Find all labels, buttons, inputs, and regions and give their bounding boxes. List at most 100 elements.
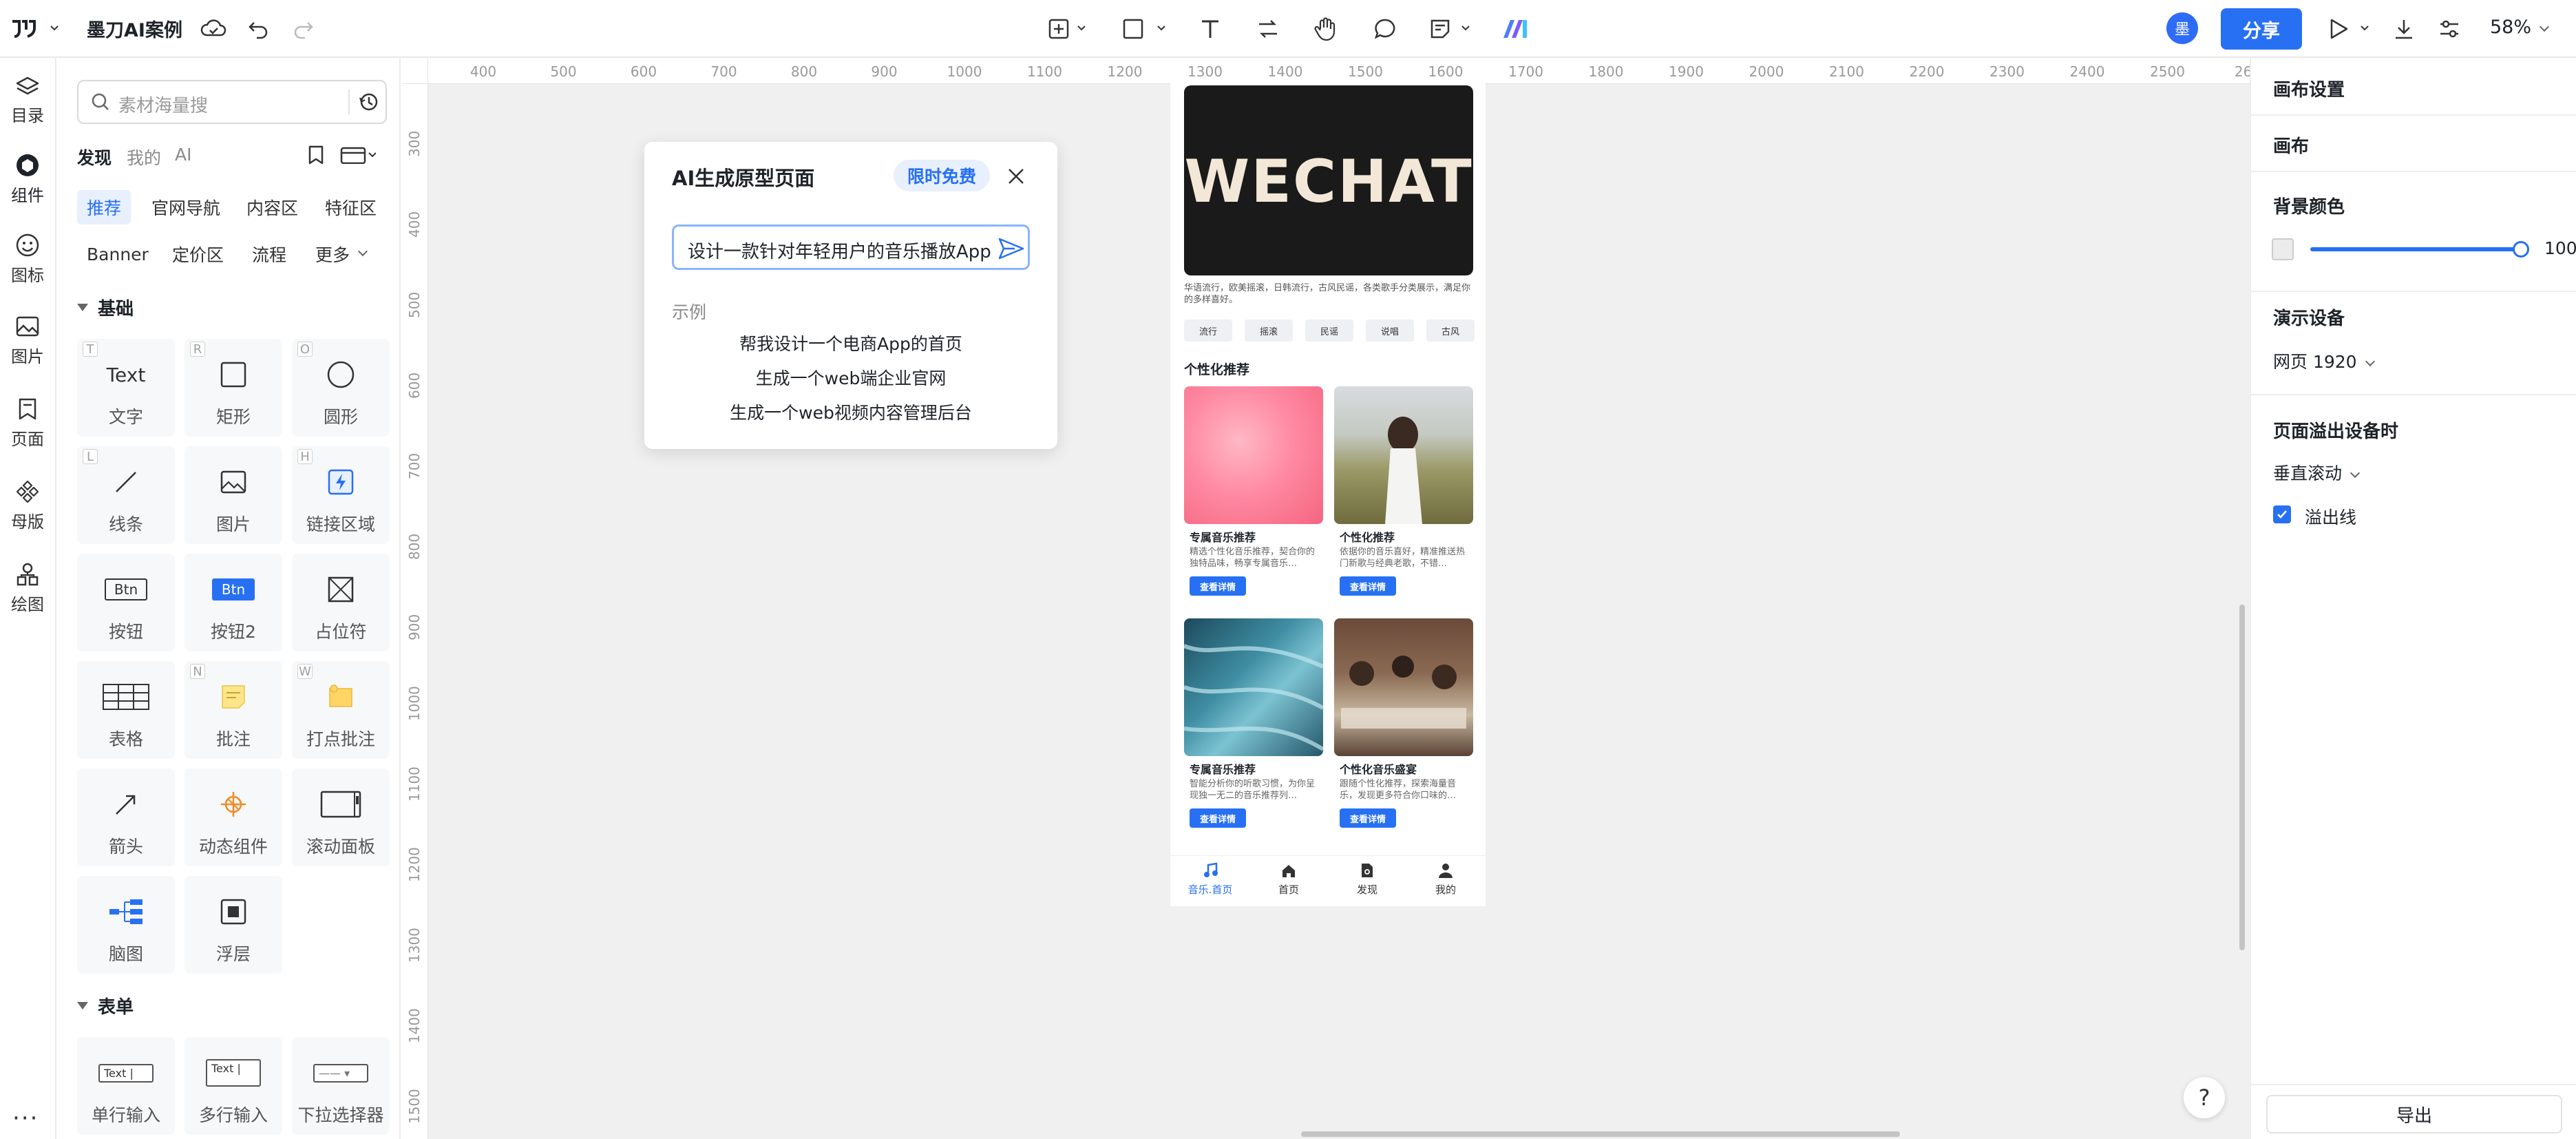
rail-item-pages[interactable]: 页面 (0, 387, 55, 459)
genre-chip[interactable]: 摇滚 (1245, 320, 1293, 342)
component-image[interactable]: 图片 (184, 446, 282, 544)
music-card[interactable]: 专属音乐推荐 智能分析你的听歌习惯，为你呈现独一无二的音乐推荐列… 查看详情 (1184, 618, 1323, 839)
category-content[interactable]: 内容区 (237, 190, 308, 224)
category-recommended[interactable]: 推荐 (77, 190, 131, 224)
modao-logo-icon[interactable] (10, 14, 40, 44)
section-basic-header[interactable]: 基础 (77, 295, 134, 320)
view-details-button[interactable]: 查看详情 (1190, 576, 1246, 596)
close-icon[interactable] (1002, 163, 1030, 190)
component-scroll-panel[interactable]: 滚动面板 (292, 769, 390, 866)
component-single-line-input[interactable]: Text | 单行输入 (77, 1037, 175, 1135)
music-card[interactable]: 个性化推荐 依据你的音乐喜好，精准推送热门新歌与经典老歌，不错… 查看详情 (1334, 386, 1473, 607)
rail-item-icons[interactable]: 图标 (0, 223, 55, 295)
rail-item-components[interactable]: 组件 (0, 143, 55, 215)
music-card[interactable]: 专属音乐推荐 精选个性化音乐推荐，契合你的独特品味，畅享专属音乐… 查看详情 (1184, 386, 1323, 607)
ai-prompt-input[interactable]: 设计一款针对年轻用户的音乐播放App首页 (672, 224, 1030, 270)
opacity-slider-handle[interactable] (2513, 241, 2529, 258)
genre-chip[interactable]: 说唱 (1366, 320, 1414, 342)
text-tool-icon[interactable] (1195, 14, 1225, 44)
component-annotation[interactable]: N 批注 (184, 661, 282, 759)
overflow-line-checkbox[interactable] (2273, 505, 2291, 523)
undo-icon[interactable] (244, 14, 274, 44)
category-feature[interactable]: 特征区 (315, 190, 386, 224)
note-tool-icon[interactable] (1425, 14, 1455, 44)
component-link-area[interactable]: H 链接区域 (292, 446, 390, 544)
rail-item-masters[interactable]: 母版 (0, 470, 55, 541)
chevron-down-icon[interactable] (1461, 23, 1470, 33)
category-more[interactable]: 更多 (306, 237, 376, 271)
connector-tool-icon[interactable] (1253, 14, 1283, 44)
example-prompt[interactable]: 生成一个web端企业官网 (644, 365, 1057, 390)
component-arrow[interactable]: 箭头 (77, 769, 175, 866)
component-rectangle[interactable]: R 矩形 (184, 339, 282, 437)
history-icon[interactable] (358, 91, 380, 113)
chevron-down-icon[interactable] (1077, 23, 1086, 33)
tab-music-home[interactable]: 音乐.首页 (1176, 861, 1245, 897)
view-details-button[interactable]: 查看详情 (1190, 808, 1246, 828)
send-icon[interactable] (997, 236, 1025, 261)
component-button2[interactable]: Btn 按钮2 (184, 554, 282, 651)
component-overlay[interactable]: 浮层 (184, 876, 282, 974)
help-button[interactable]: ? (2184, 1077, 2225, 1118)
genre-chip[interactable]: 古风 (1426, 320, 1475, 342)
opacity-value[interactable]: 100% (2544, 238, 2576, 258)
comment-tool-icon[interactable] (1370, 14, 1400, 44)
redo-icon[interactable] (288, 14, 318, 44)
component-button[interactable]: Btn 按钮 (77, 554, 175, 651)
subtab-mine[interactable]: 我的 (127, 145, 161, 169)
bookmark-icon[interactable] (307, 145, 325, 165)
rail-item-outline[interactable]: 目录 (0, 65, 55, 136)
opacity-slider[interactable] (2310, 247, 2517, 251)
category-banner[interactable]: Banner (77, 237, 158, 271)
vertical-scrollbar[interactable] (2239, 605, 2245, 950)
genre-chip[interactable]: 流行 (1184, 320, 1232, 342)
view-details-button[interactable]: 查看详情 (1340, 808, 1396, 828)
component-dynamic[interactable]: 动态组件 (184, 769, 282, 866)
settings-sliders-icon[interactable] (2434, 14, 2464, 44)
category-site-nav[interactable]: 官网导航 (142, 190, 230, 224)
layout-toggle-icon[interactable] (340, 146, 376, 164)
chevron-down-icon[interactable] (50, 23, 59, 33)
ai-logo-icon[interactable] (1502, 14, 1532, 44)
component-pin-annotation[interactable]: W 打点批注 (292, 661, 390, 759)
component-dropdown[interactable]: —— ▾ 下拉选择器 (292, 1037, 390, 1135)
component-line[interactable]: L 线条 (77, 446, 175, 544)
component-table[interactable]: 表格 (77, 661, 175, 759)
rectangle-tool-icon[interactable] (1118, 14, 1148, 44)
share-button[interactable]: 分享 (2221, 8, 2302, 50)
search-input[interactable]: 素材海量搜 (77, 80, 387, 124)
prototype-page[interactable]: WECHAT 华语流行，欧美摇滚，日韩流行，古风民谣，各类歌手分类展示，满足你的… (1170, 77, 1486, 906)
rail-item-draw[interactable]: 绘图 (0, 552, 55, 624)
add-page-icon[interactable] (1044, 14, 1074, 44)
view-details-button[interactable]: 查看详情 (1340, 576, 1396, 596)
example-prompt[interactable]: 帮我设计一个电商App的首页 (644, 331, 1057, 355)
category-flow[interactable]: 流程 (242, 237, 296, 271)
cloud-sync-icon[interactable] (198, 14, 229, 44)
chevron-down-icon[interactable] (1157, 23, 1166, 33)
genre-chip[interactable]: 民谣 (1305, 320, 1353, 342)
component-multi-line-input[interactable]: Text | 多行输入 (184, 1037, 282, 1135)
section-form-header[interactable]: 表单 (77, 993, 134, 1018)
more-icon[interactable]: ··· (12, 1105, 39, 1132)
example-prompt[interactable]: 生成一个web视频内容管理后台 (644, 399, 1057, 424)
category-pricing[interactable]: 定价区 (162, 237, 233, 271)
play-preview-icon[interactable] (2323, 14, 2353, 44)
rail-item-images[interactable]: 图片 (0, 304, 55, 376)
user-avatar[interactable]: 墨 (2166, 12, 2198, 44)
subtab-discover[interactable]: 发现 (77, 145, 112, 169)
zoom-level[interactable]: 58% (2490, 17, 2550, 38)
component-text[interactable]: T Text 文字 (77, 339, 175, 437)
bg-color-swatch[interactable] (2272, 238, 2294, 260)
component-placeholder[interactable]: 占位符 (292, 554, 390, 651)
tab-discover[interactable]: 发现 (1333, 861, 1402, 897)
chevron-down-icon[interactable] (2360, 23, 2369, 33)
download-icon[interactable] (2389, 14, 2419, 44)
tab-home[interactable]: 首页 (1254, 861, 1323, 897)
tab-profile[interactable]: 我的 (1411, 861, 1480, 897)
component-circle[interactable]: O 圆形 (292, 339, 390, 437)
music-card[interactable]: 个性化音乐盛宴 跟随个性化推荐，探索海量音乐，发现更多符合你口味的… 查看详情 (1334, 618, 1473, 839)
hand-tool-icon[interactable] (1311, 14, 1341, 44)
export-button[interactable]: 导出 (2266, 1095, 2562, 1133)
overflow-select[interactable]: 垂直滚动 (2273, 460, 2361, 485)
horizontal-scrollbar[interactable] (1301, 1131, 1900, 1137)
